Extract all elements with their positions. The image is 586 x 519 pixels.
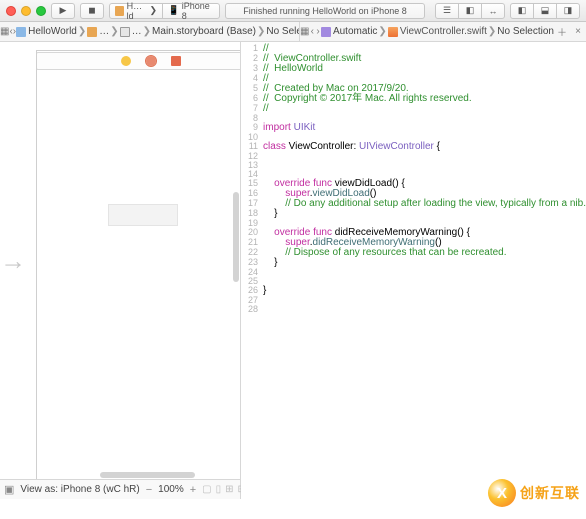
interface-builder-panel: → ▣ View as: iPhone 8 (wC hR) − 100% + ▢… [0,42,241,499]
code-line[interactable]: 17 // Do any additional setup after load… [241,199,586,209]
main-toolbar: ▶ ◼ H…ld ❯ 📱 iPhone 8 Finished running H… [0,0,586,22]
window-controls [6,6,46,16]
zoom-value: 100% [158,484,184,495]
embed-button[interactable]: ▢ [202,484,211,495]
code-text: // HelloWorld [263,64,586,74]
code-text: } [263,209,586,219]
swift-icon [388,27,398,37]
toggle-navigator-button[interactable]: ◧ [510,3,534,19]
code-line[interactable]: 11class ViewController: UIViewController… [241,142,586,152]
gutter-number: 28 [241,305,263,314]
panels-segment: ◧ ⬓ ◨ [510,3,580,19]
watermark-badge-icon: X [488,479,516,507]
code-line[interactable]: 12 [241,152,586,161]
pin-button[interactable]: ⊞ [225,484,233,495]
jump-bar-right: ▦ ‹ › Automatic ❯ ViewController.swift ❯… [300,22,586,41]
path-sel-right[interactable]: No Selection [497,26,554,37]
code-line[interactable]: 7// [241,104,586,114]
scheme-target: H…ld [127,1,147,21]
watermark: X 创新互联 [488,479,580,507]
phone-icon: 📱 [168,5,179,16]
ib-footer-bar: ▣ View as: iPhone 8 (wC hR) − 100% + ▢ ▯… [0,479,240,499]
code-text: import UIKit [263,123,586,133]
auto-icon [321,27,331,37]
document-outline-toggle[interactable]: ▣ [4,484,14,496]
code-text: } [263,258,586,268]
code-text [263,277,586,286]
code-text [263,161,586,170]
code-text: // [263,104,586,114]
activity-status: Finished running HelloWorld on iPhone 8 [225,3,425,19]
code-text: } [263,286,586,296]
watermark-text: 创新互联 [520,483,580,503]
horizontal-scrollbar[interactable] [100,472,195,478]
view-as-label[interactable]: View as: iPhone 8 (wC hR) [20,484,139,495]
code-line[interactable]: 28 [241,305,586,314]
code-line[interactable]: 24 [241,268,586,277]
path-folder[interactable]: … [87,26,109,37]
code-text [263,268,586,277]
vertical-scrollbar[interactable] [233,192,239,282]
code-line[interactable]: 26} [241,286,586,296]
code-line[interactable]: 13 [241,161,586,170]
zoom-window[interactable] [36,6,46,16]
related-items-button-2[interactable]: ▦ [300,24,309,40]
zoom-in-button[interactable]: + [190,484,196,496]
code-text: class ViewController: UIViewController { [263,142,586,152]
editor-mode-segment: ☰ ◧ ↔ [435,3,505,19]
minimize-window[interactable] [21,6,31,16]
editor-content: → ▣ View as: iPhone 8 (wC hR) − 100% + ▢… [0,42,586,499]
related-items-button[interactable]: ▦ [0,24,9,40]
folder-icon [120,27,130,37]
code-line[interactable]: 6// Copyright © 2017年 Mac. All rights re… [241,94,586,104]
code-text: // Copyright © 2017年 Mac. All rights res… [263,94,586,104]
view-controller-canvas[interactable] [36,50,240,479]
zoom-out-button[interactable]: − [146,484,152,496]
code-text [263,152,586,161]
counterpart-mode[interactable]: Automatic [321,26,377,37]
scheme-device: iPhone 8 [182,1,214,21]
code-line[interactable]: 23 } [241,258,586,268]
align-button[interactable]: ▯ [216,484,222,495]
run-button[interactable]: ▶ [51,3,75,19]
app-icon [115,6,124,16]
ib-canvas[interactable]: → [0,42,240,479]
add-assistant-button[interactable]: ＋ [554,24,570,40]
toggle-debug-button[interactable]: ⬓ [533,3,557,19]
path-project[interactable]: HelloWorld [16,26,77,37]
scheme-selector[interactable]: H…ld ❯ 📱 iPhone 8 [109,3,220,19]
assistant-editor-button[interactable]: ◧ [458,3,482,19]
jump-bar: ▦ ‹ › HelloWorld ❯ … ❯ … ❯ Main.storyboa… [0,22,586,42]
toggle-utilities-button[interactable]: ◨ [556,3,580,19]
code-text: // Do any additional setup after loading… [263,199,586,209]
path-folder2[interactable]: … [120,26,142,37]
initial-vc-arrow-icon: → [0,245,26,276]
jump-bar-left: ▦ ‹ › HelloWorld ❯ … ❯ … ❯ Main.storyboa… [0,22,300,41]
code-line[interactable]: 22 // Dispose of any resources that can … [241,248,586,258]
code-line[interactable]: 3// HelloWorld [241,64,586,74]
code-text [263,305,586,314]
standard-editor-button[interactable]: ☰ [435,3,459,19]
close-window[interactable] [6,6,16,16]
source-editor[interactable]: 1//2// ViewController.swift3// HelloWorl… [241,42,586,499]
path-file[interactable]: Main.storyboard (Base) [152,26,256,37]
stop-button[interactable]: ◼ [80,3,104,19]
folder-icon [87,27,97,37]
placeholder-view[interactable] [108,204,178,226]
version-editor-button[interactable]: ↔ [481,3,505,19]
path-file-right[interactable]: ViewController.swift [388,26,487,37]
code-text [263,296,586,305]
close-assistant-button[interactable]: × [570,24,586,40]
code-line[interactable]: 18 } [241,209,586,219]
code-text: // Dispose of any resources that can be … [263,248,586,258]
code-line[interactable]: 9import UIKit [241,123,586,133]
path-selection[interactable]: No Selection [266,26,300,37]
code-line[interactable]: 27 [241,296,586,305]
project-icon [16,27,26,37]
code-line[interactable]: 25 [241,277,586,286]
